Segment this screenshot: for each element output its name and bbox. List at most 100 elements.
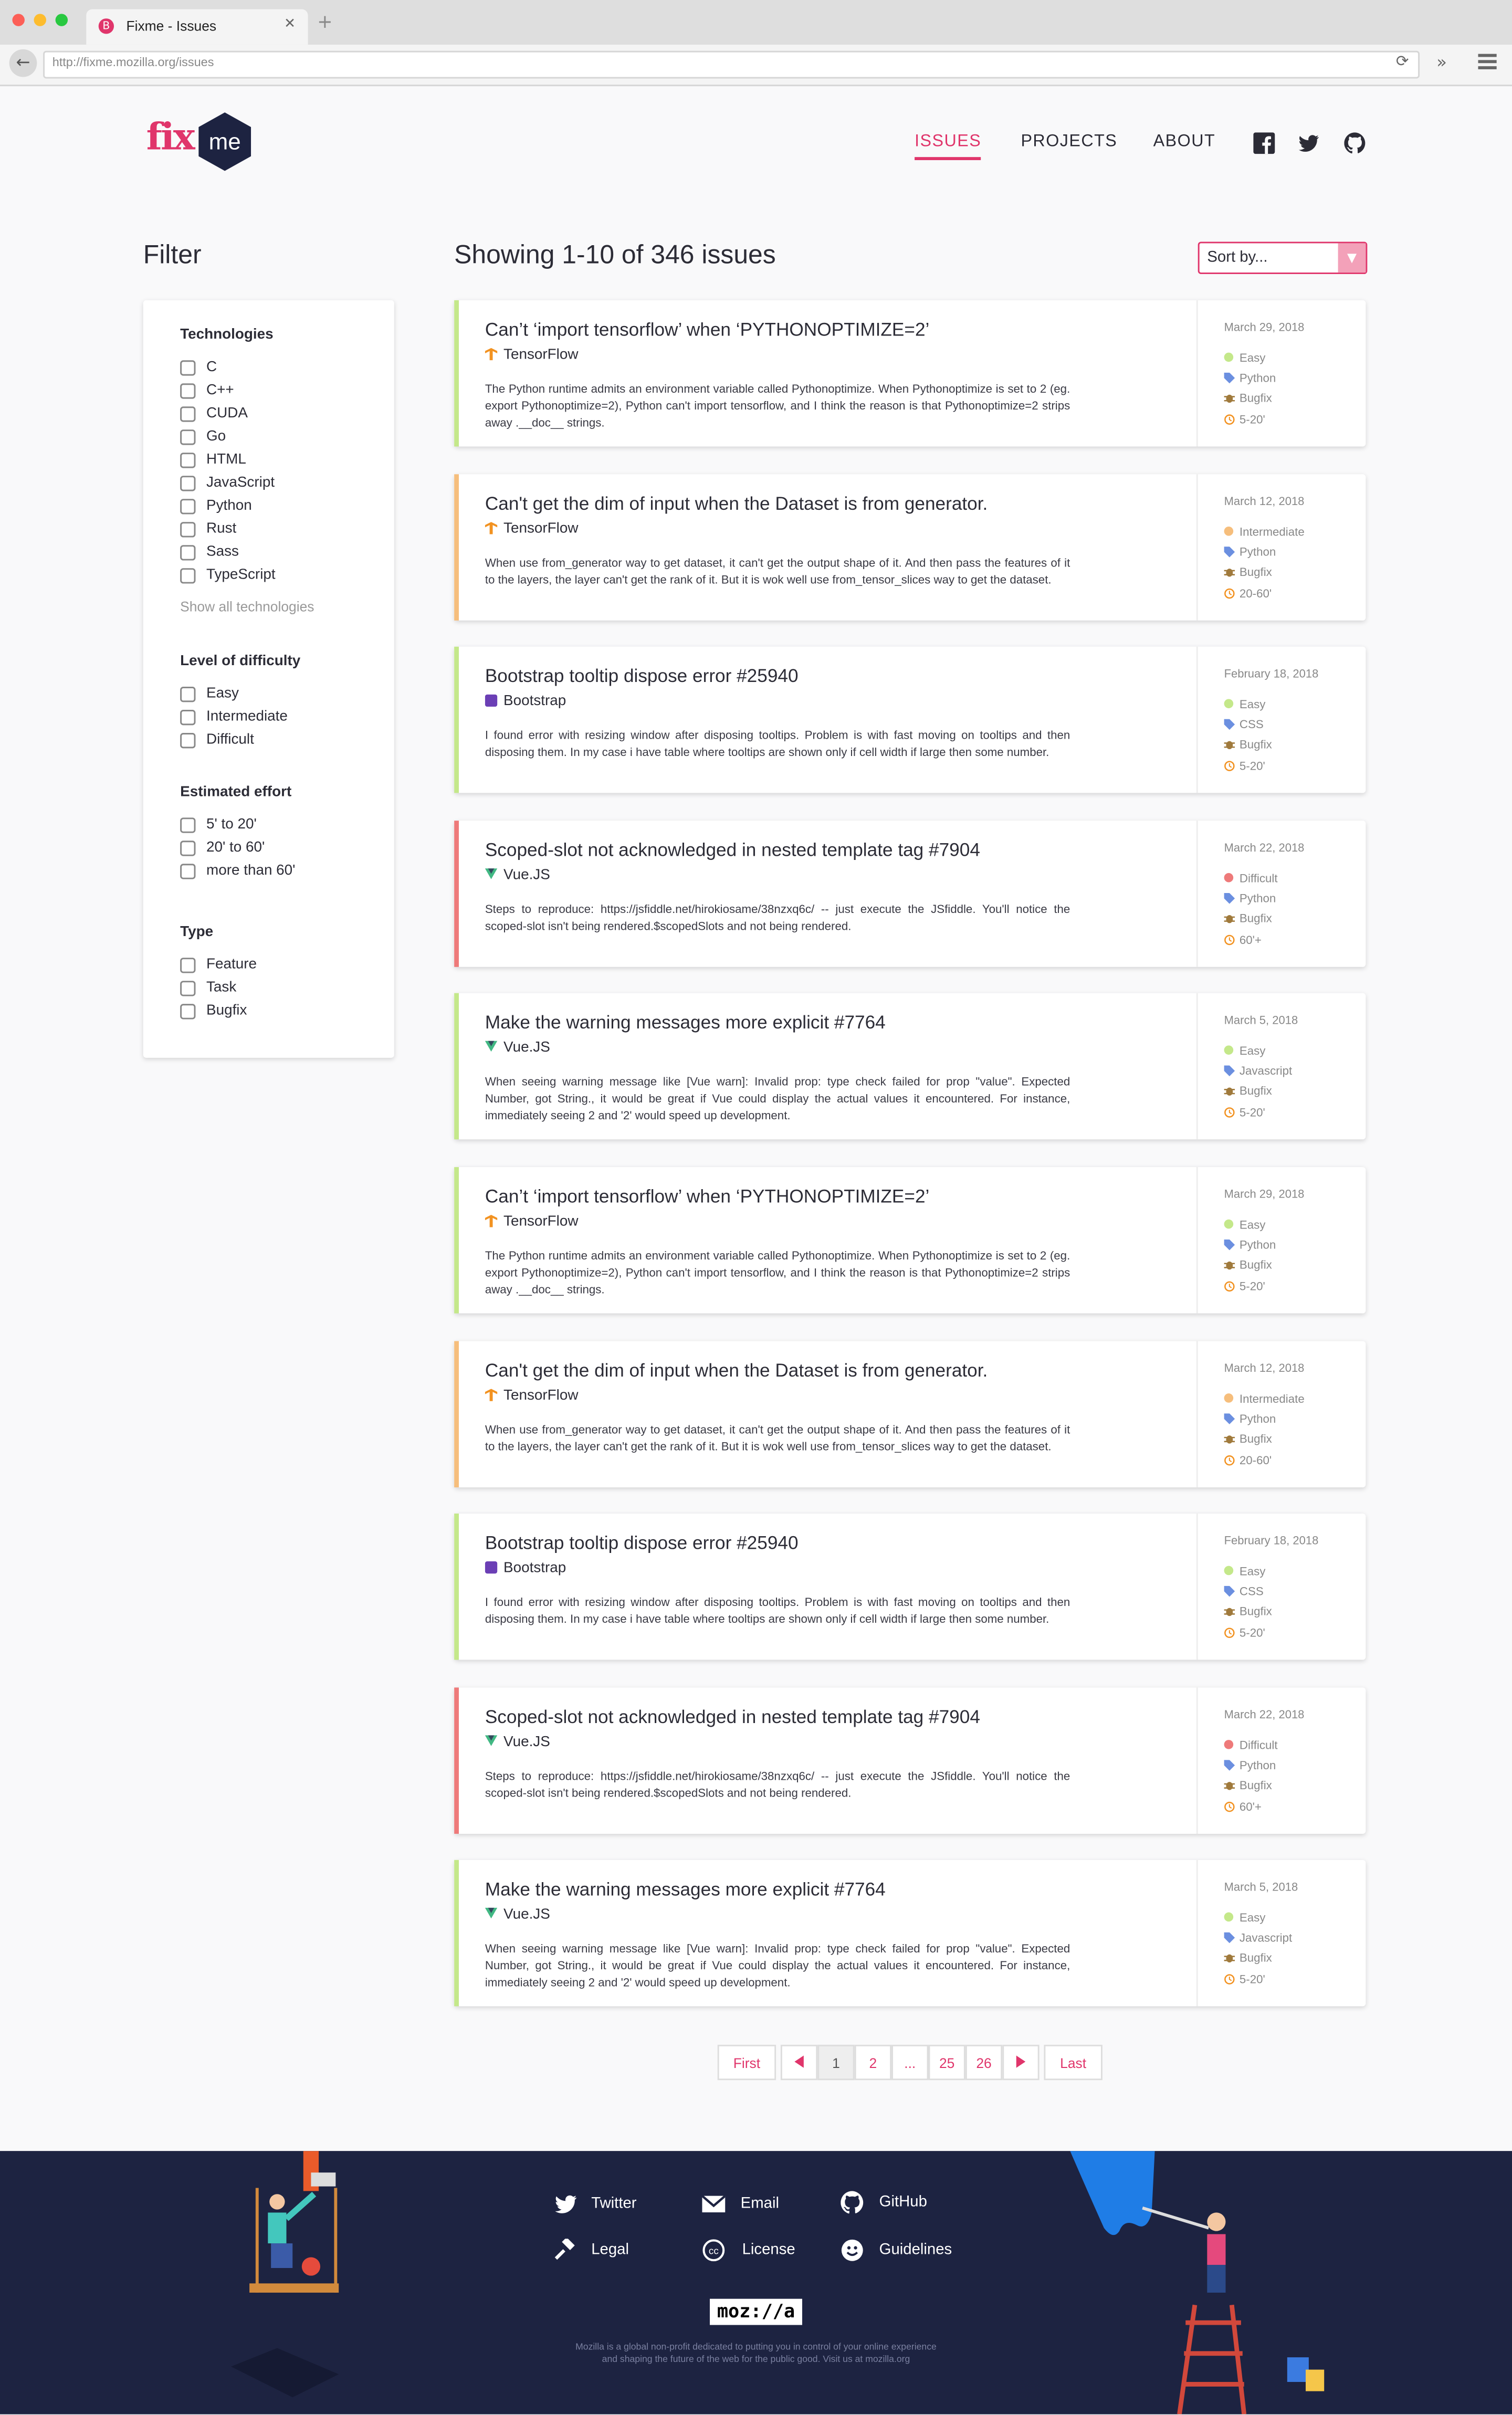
footer-link-twitter[interactable]: Twitter bbox=[591, 2196, 636, 2212]
issue-title[interactable]: Can’t ‘import tensorflow’ when ‘PYTHONOP… bbox=[485, 1185, 930, 1207]
checkbox[interactable] bbox=[180, 864, 196, 879]
creative-commons-icon[interactable]: cc bbox=[702, 2239, 725, 2262]
issue-title[interactable]: Make the warning messages more explicit … bbox=[485, 1879, 886, 1900]
issue-card[interactable]: Can’t ‘import tensorflow’ when ‘PYTHONOP… bbox=[454, 1167, 1366, 1314]
footer-link-guidelines[interactable]: Guidelines bbox=[879, 2242, 952, 2259]
twitter-icon[interactable] bbox=[554, 2192, 578, 2216]
filter-group-difficulty: Level of difficulty bbox=[180, 653, 301, 670]
issue-card[interactable]: Bootstrap tooltip dispose error #25940 Bo… bbox=[454, 647, 1366, 793]
issue-technology[interactable]: Bootstrap bbox=[485, 693, 566, 710]
page-25-button[interactable]: 25 bbox=[928, 2044, 965, 2081]
checkbox[interactable] bbox=[180, 406, 196, 422]
back-arrow-icon[interactable]: ← bbox=[9, 49, 37, 77]
checkbox[interactable] bbox=[180, 733, 196, 749]
facebook-icon[interactable] bbox=[1253, 132, 1275, 154]
nav-about[interactable]: ABOUT bbox=[1153, 132, 1216, 151]
hamburger-menu-icon[interactable] bbox=[1478, 54, 1497, 72]
issue-technology[interactable]: Bootstrap bbox=[485, 1560, 566, 1577]
issue-title[interactable]: Can’t ‘import tensorflow’ when ‘PYTHONOP… bbox=[485, 319, 930, 340]
issue-technology[interactable]: TensorFlow bbox=[485, 1213, 578, 1230]
checkbox[interactable] bbox=[180, 981, 196, 996]
checkbox[interactable] bbox=[180, 1004, 196, 1020]
issue-card[interactable]: Scoped-slot not acknowledged in nested t… bbox=[454, 1687, 1366, 1834]
footer-link-email[interactable]: Email bbox=[741, 2196, 779, 2212]
page-first-button[interactable]: First bbox=[717, 2044, 776, 2081]
checkbox[interactable] bbox=[180, 522, 196, 538]
smiley-icon[interactable] bbox=[841, 2239, 864, 2262]
issue-card[interactable]: Bootstrap tooltip dispose error #25940 Bo… bbox=[454, 1514, 1366, 1661]
close-window-icon[interactable] bbox=[12, 14, 25, 26]
tag-icon bbox=[1224, 719, 1235, 730]
checkbox[interactable] bbox=[180, 687, 196, 702]
checkbox[interactable] bbox=[180, 360, 196, 376]
page-1-button[interactable]: 1 bbox=[817, 2044, 855, 2081]
issue-card[interactable]: Can't get the dim of input when the Data… bbox=[454, 1340, 1366, 1487]
issue-technology[interactable]: TensorFlow bbox=[485, 1387, 578, 1404]
email-icon[interactable] bbox=[702, 2192, 726, 2216]
reload-icon[interactable]: ⟳ bbox=[1396, 54, 1409, 71]
checkbox[interactable] bbox=[180, 568, 196, 584]
close-tab-icon[interactable]: ✕ bbox=[284, 17, 296, 32]
footer-link-license[interactable]: License bbox=[742, 2242, 795, 2259]
issue-card[interactable]: Scoped-slot not acknowledged in nested t… bbox=[454, 820, 1366, 967]
checkbox[interactable] bbox=[180, 841, 196, 856]
footer-link-legal[interactable]: Legal bbox=[591, 2242, 629, 2259]
sort-select[interactable]: Sort by... ▼ bbox=[1198, 242, 1368, 275]
issue-title[interactable]: Bootstrap tooltip dispose error #25940 bbox=[485, 1532, 799, 1554]
issue-title[interactable]: Can't get the dim of input when the Data… bbox=[485, 492, 988, 513]
prev-page-button[interactable] bbox=[780, 2044, 818, 2081]
browser-tab[interactable]: B Fixme - Issues ✕ bbox=[86, 9, 308, 45]
issue-technology[interactable]: TensorFlow bbox=[485, 346, 578, 363]
checkbox[interactable] bbox=[180, 476, 196, 491]
page-ellipsis: ... bbox=[891, 2044, 929, 2081]
chevron-down-icon[interactable]: ▼ bbox=[1338, 243, 1366, 273]
show-all-technologies-link[interactable]: Show all technologies bbox=[180, 599, 314, 614]
minimize-window-icon[interactable] bbox=[34, 14, 46, 26]
page-last-button[interactable]: Last bbox=[1044, 2044, 1102, 2081]
issue-card[interactable]: Can’t ‘import tensorflow’ when ‘PYTHONOP… bbox=[454, 300, 1366, 447]
checkbox[interactable] bbox=[180, 383, 196, 399]
checkbox[interactable] bbox=[180, 429, 196, 445]
fixme-logo[interactable]: fix me bbox=[146, 111, 257, 172]
gavel-icon[interactable] bbox=[554, 2239, 578, 2262]
mozilla-logo[interactable]: moz://a bbox=[710, 2298, 802, 2325]
nav-issues[interactable]: ISSUES bbox=[915, 132, 982, 161]
page-2-button[interactable]: 2 bbox=[854, 2044, 892, 2081]
address-bar[interactable]: http://fixme.mozilla.org/issues ⟳ bbox=[43, 50, 1420, 79]
issue-technology[interactable]: Vue.JS bbox=[485, 1040, 550, 1057]
checkbox[interactable] bbox=[180, 545, 196, 561]
issue-card[interactable]: Can't get the dim of input when the Data… bbox=[454, 474, 1366, 620]
issue-card[interactable]: Make the warning messages more explicit … bbox=[454, 1860, 1366, 2007]
technology-label: Vue.JS bbox=[503, 1733, 550, 1750]
nav-projects[interactable]: PROJECTS bbox=[1021, 132, 1117, 151]
language-badge: Javascript bbox=[1224, 1065, 1292, 1078]
github-icon[interactable] bbox=[1344, 132, 1366, 154]
issue-card[interactable]: Make the warning messages more explicit … bbox=[454, 993, 1366, 1140]
checkbox[interactable] bbox=[180, 499, 196, 514]
issue-technology[interactable]: Vue.JS bbox=[485, 1734, 550, 1750]
clock-icon bbox=[1224, 414, 1235, 425]
difficulty-bar bbox=[454, 647, 459, 793]
issue-technology[interactable]: Vue.JS bbox=[485, 867, 550, 884]
issue-title[interactable]: Can't get the dim of input when the Data… bbox=[485, 1359, 988, 1380]
footer-link-github[interactable]: GitHub bbox=[879, 2194, 927, 2211]
checkbox[interactable] bbox=[180, 453, 196, 468]
checkbox[interactable] bbox=[180, 817, 196, 833]
maximize-window-icon[interactable] bbox=[55, 14, 68, 26]
issue-title[interactable]: Bootstrap tooltip dispose error #25940 bbox=[485, 666, 799, 687]
checkbox[interactable] bbox=[180, 710, 196, 726]
twitter-icon[interactable] bbox=[1298, 132, 1319, 154]
clock-icon bbox=[1224, 587, 1235, 598]
issue-technology[interactable]: TensorFlow bbox=[485, 520, 578, 537]
issue-title[interactable]: Scoped-slot not acknowledged in nested t… bbox=[485, 839, 980, 860]
new-tab-icon[interactable]: + bbox=[317, 12, 333, 30]
issue-title[interactable]: Scoped-slot not acknowledged in nested t… bbox=[485, 1706, 980, 1727]
issue-technology[interactable]: Vue.JS bbox=[485, 1907, 550, 1924]
next-page-button[interactable] bbox=[1002, 2044, 1040, 2081]
github-icon[interactable] bbox=[841, 2191, 864, 2214]
tag-icon bbox=[1224, 892, 1235, 904]
page-26-button[interactable]: 26 bbox=[965, 2044, 1003, 2081]
overflow-chevron-icon[interactable]: » bbox=[1436, 52, 1447, 72]
issue-title[interactable]: Make the warning messages more explicit … bbox=[485, 1012, 886, 1034]
checkbox[interactable] bbox=[180, 958, 196, 973]
